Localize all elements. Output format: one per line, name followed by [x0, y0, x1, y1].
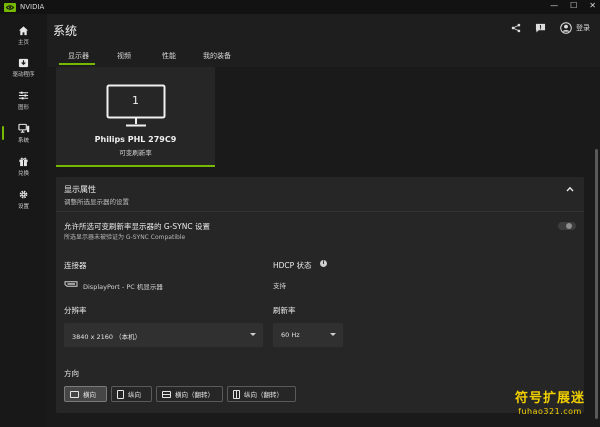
monitor-subtitle: 可变刷新率 [119, 149, 152, 157]
feedback-icon[interactable] [535, 23, 546, 33]
orientation-label-text: 横向 [83, 391, 96, 399]
displayport-icon [64, 281, 78, 287]
tab-video[interactable]: 视频 [117, 51, 131, 61]
sidebar-item-settings[interactable]: 设置 [0, 184, 47, 214]
page-title: 系统 [53, 24, 78, 38]
display-properties-panel: 显示属性 调整所选显示器的设置 允许所选可变刷新率显示器的 G-SYNC 设置 … [56, 177, 584, 413]
gsync-toggle[interactable] [558, 222, 576, 230]
resolution-label: 分辨率 [64, 306, 87, 315]
maximize-button[interactable]: ☐ [570, 1, 577, 10]
sidebar: 主页 驱动程序 图形 系统 兑换 设置 [0, 14, 47, 427]
watermark-url: fuhao321.com [518, 407, 582, 416]
driver-icon [18, 58, 29, 67]
share-icon[interactable] [511, 23, 521, 33]
scrollbar-thumb[interactable] [595, 149, 598, 419]
system-icon [17, 123, 29, 133]
sidebar-item-redeem[interactable]: 兑换 [0, 151, 47, 181]
chevron-down-icon [330, 333, 336, 336]
hdcp-label: HDCP 状态 [273, 261, 312, 270]
sidebar-item-graphics[interactable]: 图形 [0, 85, 47, 115]
refresh-rate-value: 60 Hz [281, 331, 300, 339]
panel-divider [56, 211, 584, 212]
connector-label: 连接器 [64, 261, 87, 270]
sidebar-item-label: 系统 [17, 137, 29, 144]
nvidia-logo-icon [4, 2, 16, 12]
toggle-knob [566, 223, 572, 229]
gsync-setting-title: 允许所选可变刷新率显示器的 G-SYNC 设置 [64, 222, 210, 231]
watermark-chinese: 符号扩展迷 [514, 391, 585, 406]
monitor-selected-indicator [56, 165, 215, 167]
content-area: 1 Philips PHL 279C9 可变刷新率 显示属性 调整所选显示器的设… [47, 67, 593, 427]
connector-value: DisplayPort - PC 机显示器 [83, 283, 163, 291]
close-button[interactable]: ✕ [589, 1, 596, 10]
sidebar-item-label: 兑换 [17, 170, 29, 177]
avatar-icon [560, 22, 572, 34]
tab-display[interactable]: 显示器 [68, 51, 89, 61]
window-controls: — ☐ ✕ [550, 1, 596, 10]
minimize-button[interactable]: — [550, 1, 558, 10]
monitor-name: Philips PHL 279C9 [94, 135, 177, 144]
watermark: 符号扩展迷 fuhao321.com [502, 387, 598, 416]
tab-bar: 显示器 视频 性能 我的装备 [47, 44, 600, 67]
header: 系统 登录 [47, 14, 600, 44]
gsync-setting-subtitle: 所选显示器未被验证为 G-SYNC Compatible [64, 234, 186, 241]
sidebar-item-system[interactable]: 系统 [0, 118, 47, 148]
resolution-value: 3840 x 2160 （本机） [72, 333, 142, 341]
orientation-label-text: 纵向（翻转） [244, 391, 283, 399]
gear-icon [19, 190, 28, 198]
landscape-flipped-icon [162, 390, 171, 398]
active-tab-indicator [59, 63, 95, 65]
graphics-icon [18, 91, 29, 99]
info-icon[interactable]: i [320, 260, 327, 267]
sidebar-item-home[interactable]: 主页 [0, 20, 47, 50]
portrait-icon [117, 389, 124, 399]
chevron-up-icon[interactable] [566, 186, 574, 192]
sidebar-item-label: 设置 [17, 203, 29, 210]
hdcp-value: 支持 [273, 282, 286, 290]
chevron-down-icon [250, 333, 256, 336]
orientation-landscape-button[interactable]: 横向 [64, 386, 107, 402]
orientation-landscape-flipped-button[interactable]: 横向（翻转） [156, 386, 223, 402]
orientation-label: 方向 [64, 369, 79, 378]
tab-my-rig[interactable]: 我的装备 [203, 51, 231, 61]
login-button[interactable]: 登录 [560, 22, 590, 34]
tab-performance[interactable]: 性能 [162, 51, 176, 61]
refresh-rate-select[interactable]: 60 Hz [273, 323, 343, 347]
orientation-label-text: 横向（翻转） [175, 391, 214, 399]
header-actions: 登录 [511, 22, 590, 34]
panel-title: 显示属性 [64, 185, 96, 194]
monitor-card[interactable]: 1 Philips PHL 279C9 可变刷新率 [56, 67, 215, 167]
scrollbar[interactable] [593, 67, 600, 427]
title-bar: NVIDIA — ☐ ✕ [0, 0, 600, 14]
app-title: NVIDIA [20, 3, 45, 11]
orientation-label-text: 纵向 [128, 391, 141, 399]
monitor-number: 1 [132, 94, 139, 107]
resolution-select[interactable]: 3840 x 2160 （本机） [64, 323, 263, 347]
orientation-portrait-flipped-button[interactable]: 纵向（翻转） [227, 386, 296, 402]
portrait-flipped-icon [233, 389, 240, 399]
sidebar-item-drivers[interactable]: 驱动程序 [0, 52, 47, 82]
login-label: 登录 [576, 24, 590, 32]
orientation-portrait-button[interactable]: 纵向 [111, 386, 152, 402]
panel-subtitle: 调整所选显示器的设置 [64, 198, 129, 206]
redeem-icon [19, 157, 28, 166]
home-icon [18, 25, 29, 35]
landscape-icon [70, 390, 79, 398]
refresh-rate-label: 刷新率 [273, 306, 296, 315]
sidebar-item-label: 主页 [17, 39, 29, 46]
sidebar-item-label: 图形 [17, 104, 29, 111]
sidebar-item-label: 驱动程序 [12, 71, 35, 78]
